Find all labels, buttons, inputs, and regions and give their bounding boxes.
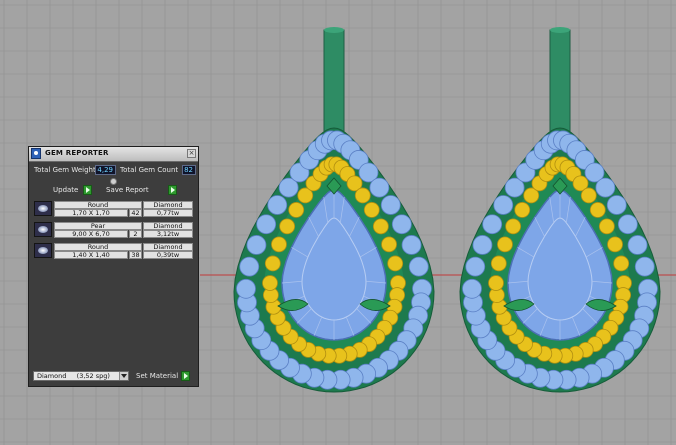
gem-count: 42: [129, 209, 142, 217]
melee-diamond: [380, 195, 401, 215]
melee-diamond: [246, 235, 267, 255]
gem-count: 38: [129, 251, 142, 259]
melee-diamond: [606, 195, 627, 215]
yellow-melee: [505, 218, 522, 235]
melee-diamond: [634, 256, 655, 277]
melee-diamond: [239, 256, 260, 277]
melee-diamond: [267, 195, 288, 215]
yellow-melee: [490, 255, 507, 272]
gem-row[interactable]: Round Diamond 1,70 X 1,70 42 0,77tw: [33, 200, 193, 218]
update-arrow-icon: [83, 185, 92, 195]
gem-shape: Pear: [54, 222, 142, 230]
melee-diamond: [256, 214, 277, 235]
yellow-melee: [514, 202, 531, 218]
yellow-melee: [271, 236, 287, 253]
gem-shape: Round: [54, 201, 142, 209]
pear-gem-icon: [34, 222, 52, 237]
yellow-melee: [580, 187, 597, 204]
yellow-melee: [387, 255, 404, 272]
gem-reporter-panel: GEM REPORTER × Total Gem Weight 4,29 Tot…: [28, 146, 199, 387]
chevron-down-icon[interactable]: [119, 372, 128, 380]
melee-diamond: [369, 177, 390, 198]
yellow-melee: [589, 202, 606, 218]
gem-row[interactable]: Round Diamond 1,40 X 1,40 38 0,39tw: [33, 242, 193, 260]
gem-weight: 0,77tw: [143, 209, 193, 217]
earring-post-cap: [550, 27, 570, 33]
total-gem-count-label: Total Gem Count: [120, 166, 179, 174]
melee-diamond: [493, 195, 514, 215]
melee-diamond: [595, 177, 616, 198]
gem-size: 9,00 X 6,70: [54, 230, 128, 238]
round-gem-icon: [34, 201, 52, 216]
panel-title: GEM REPORTER: [45, 149, 109, 157]
gem-row[interactable]: Pear Diamond 9,00 X 6,70 2 3,12tw: [33, 221, 193, 239]
set-material-button[interactable]: Set Material: [136, 371, 194, 382]
round-gem-icon: [34, 243, 52, 258]
gem-material: Diamond: [143, 201, 193, 209]
earring-post: [323, 29, 345, 139]
total-gem-count-value: 82: [182, 165, 196, 175]
yellow-melee: [262, 275, 278, 291]
set-material-arrow-icon: [181, 371, 190, 381]
melee-diamond: [627, 235, 648, 255]
gem-size: 1,70 X 1,70: [54, 209, 128, 217]
melee-diamond: [401, 235, 422, 255]
gem-shape: Round: [54, 243, 142, 251]
melee-diamond: [391, 214, 412, 235]
total-gem-weight-value: 4,29: [95, 165, 116, 175]
save-report-label: Save Report: [106, 186, 149, 194]
melee-diamond: [236, 278, 256, 299]
yellow-melee: [354, 187, 371, 204]
set-material-label: Set Material: [136, 372, 179, 380]
update-label: Update: [53, 186, 79, 194]
yellow-melee: [279, 218, 296, 235]
yellow-melee: [497, 236, 513, 253]
yellow-melee: [264, 255, 281, 272]
yellow-melee: [613, 255, 630, 272]
yellow-melee: [381, 236, 397, 253]
yellow-melee: [363, 202, 380, 218]
melee-diamond: [482, 214, 503, 235]
gem-weight: 3,12tw: [143, 230, 193, 238]
yellow-melee: [488, 275, 504, 291]
gem-size: 1,40 X 1,40: [54, 251, 128, 259]
close-icon[interactable]: ×: [187, 149, 196, 158]
panel-titlebar[interactable]: GEM REPORTER ×: [29, 147, 198, 162]
gem-weight: 0,39tw: [143, 251, 193, 259]
update-button[interactable]: Update: [53, 185, 93, 196]
gem-count: 2: [129, 230, 142, 238]
yellow-melee: [288, 202, 305, 218]
melee-diamond: [408, 256, 429, 277]
yellow-melee: [607, 236, 623, 253]
total-gem-weight-label: Total Gem Weight: [34, 166, 96, 174]
earring-post: [549, 29, 571, 139]
save-report-arrow-icon: [168, 185, 177, 195]
melee-diamond: [462, 278, 482, 299]
yellow-melee: [598, 218, 615, 235]
material-select[interactable]: Diamond (3,52 spg): [33, 371, 129, 381]
save-report-button[interactable]: Save Report: [106, 185, 180, 196]
app-icon: [31, 148, 41, 159]
melee-diamond: [617, 214, 638, 235]
melee-diamond: [465, 256, 486, 277]
collapse-toggle[interactable]: [110, 178, 117, 185]
gem-material: Diamond: [143, 222, 193, 230]
stats-row: Total Gem Weight 4,29 Total Gem Count 82: [32, 165, 196, 176]
earring-post-cap: [324, 27, 344, 33]
melee-diamond: [472, 235, 493, 255]
yellow-melee: [372, 218, 389, 235]
gem-material: Diamond: [143, 243, 193, 251]
material-select-value: Diamond (3,52 spg): [37, 372, 110, 380]
